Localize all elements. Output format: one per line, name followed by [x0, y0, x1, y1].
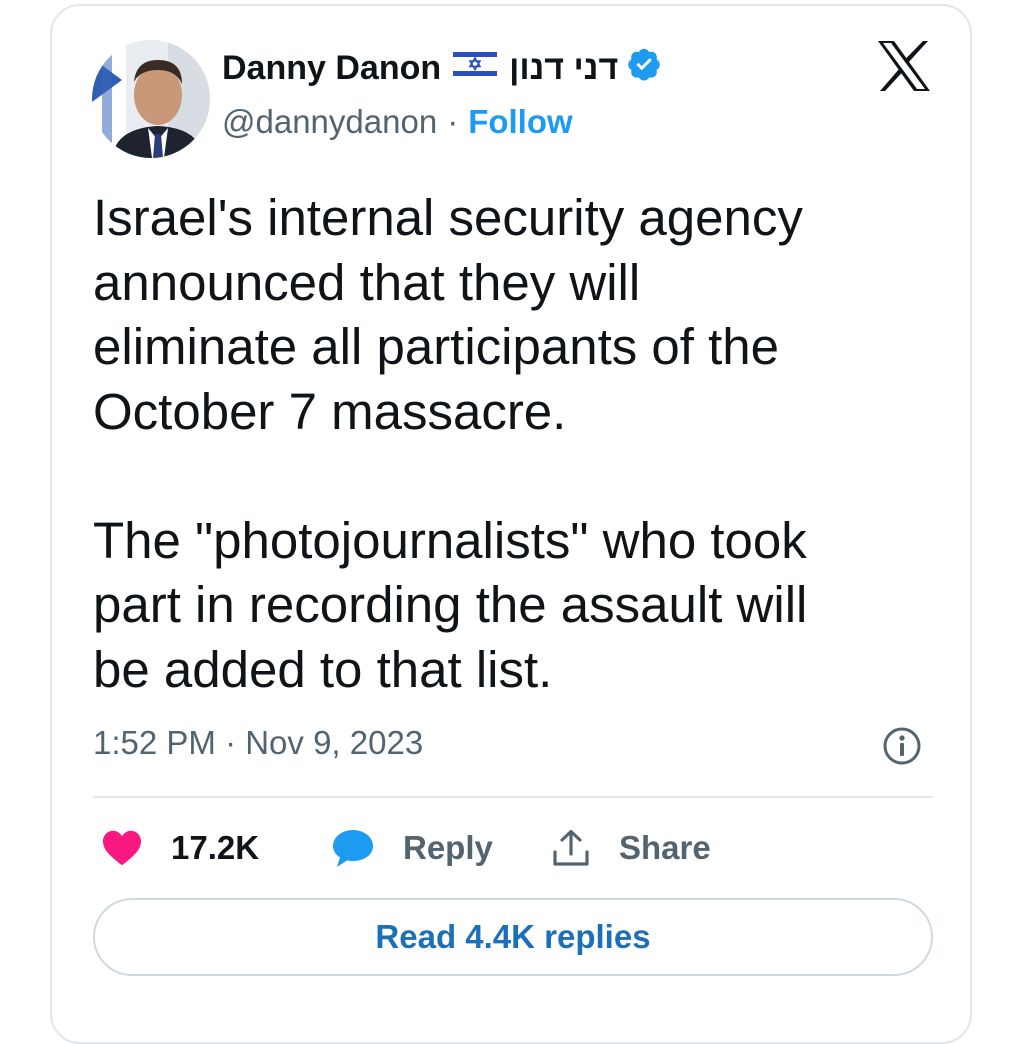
heart-icon — [103, 830, 141, 866]
likes-count: 17.2K — [171, 829, 260, 866]
reply-label: Reply — [403, 829, 493, 866]
tweet-text: Israel's internal security agency announ… — [93, 189, 808, 698]
avatar-photo — [92, 40, 210, 158]
follow-button[interactable]: Follow — [468, 103, 572, 141]
author-handle[interactable]: @dannydanon — [222, 103, 437, 141]
verified-badge-icon — [626, 46, 662, 91]
israel-flag-icon — [453, 48, 498, 88]
share-label: Share — [619, 829, 711, 866]
like-button[interactable]: 17.2K — [101, 820, 259, 876]
speech-bubble-icon — [333, 830, 373, 867]
divider — [93, 796, 933, 798]
tweet-actions: 17.2K Reply Share — [93, 820, 933, 876]
author-handle-row: @dannydanon · Follow — [222, 100, 573, 144]
reply-button[interactable]: Reply — [331, 820, 493, 876]
separator: · — [447, 103, 459, 140]
avatar[interactable] — [92, 40, 210, 158]
x-logo-icon[interactable] — [876, 40, 932, 92]
tweet-timestamp[interactable]: 1:52 PM · Nov 9, 2023 — [93, 724, 423, 762]
share-button[interactable]: Share — [551, 820, 711, 876]
author-hebrew-name: דני דנון — [509, 48, 619, 87]
author-display-name[interactable]: Danny Danon — [222, 49, 441, 88]
read-replies-label: Read 4.4K replies — [375, 918, 651, 955]
share-upload-icon — [553, 829, 589, 866]
info-icon[interactable] — [882, 726, 922, 766]
read-replies-button[interactable]: Read 4.4K replies — [93, 898, 933, 976]
author-name-row: Danny Danon דני דנון — [222, 46, 662, 90]
